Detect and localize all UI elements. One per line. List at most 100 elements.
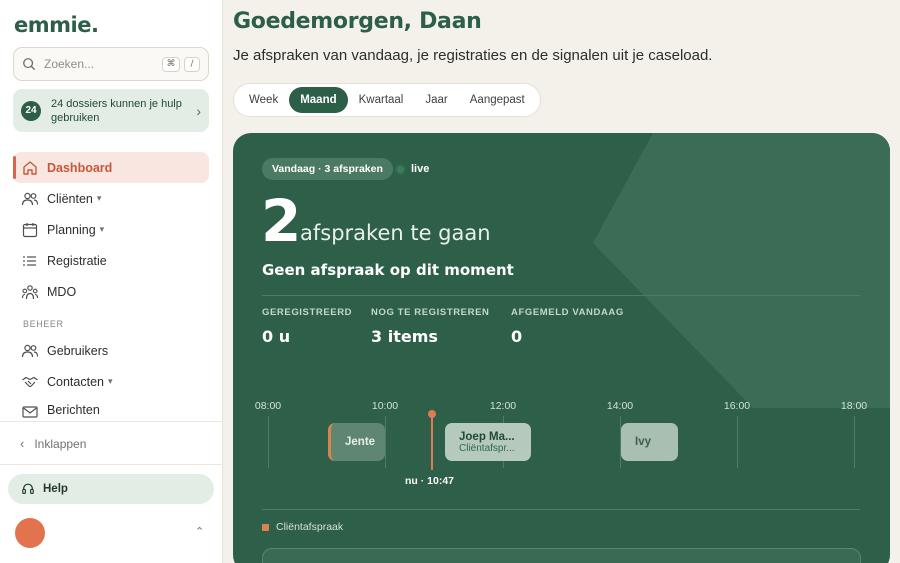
stat-label: GEREGISTREERD xyxy=(262,307,353,318)
list-icon xyxy=(23,255,36,266)
sidebar-divider xyxy=(0,421,223,422)
stat-geregistreerd: GEREGISTREERD 0 u xyxy=(262,307,352,346)
nav-item-gebruikers[interactable]: Gebruikers xyxy=(13,335,209,366)
legend-label: Cliëntafspraak xyxy=(276,521,344,533)
nav-item-label: Planning xyxy=(47,222,96,237)
sidebar: emmie. Zoeken... ⌘ / 24 24 dossiers kunn… xyxy=(0,0,223,563)
timeline-tick: 12:00 xyxy=(489,400,517,412)
dossiers-notice[interactable]: 24 24 dossiers kunnen je hulp gebruiken … xyxy=(13,89,209,132)
tab-maand[interactable]: Maand xyxy=(289,87,348,113)
collapse-sidebar-button[interactable]: ‹ Inklappen xyxy=(20,436,86,451)
current-time-line xyxy=(431,414,433,470)
appointment-type: Cliëntafspr... xyxy=(459,442,515,454)
appointment-detail-panel[interactable] xyxy=(262,548,861,563)
timeline-legend: Cliëntafspraak xyxy=(262,521,343,533)
tab-aangepast[interactable]: Aangepast xyxy=(459,87,536,113)
nav-item-planning[interactable]: Planning ▾ xyxy=(13,214,209,245)
card-decoration xyxy=(593,133,890,408)
live-dot-icon xyxy=(395,163,406,175)
legend-swatch xyxy=(262,523,269,531)
stat-value: 0 xyxy=(511,327,523,346)
sidebar-divider xyxy=(0,464,223,465)
handshake-icon xyxy=(22,376,38,387)
nav-item-dashboard[interactable]: Dashboard xyxy=(13,152,209,183)
remaining-appointments-label: afspraken te gaan xyxy=(300,221,491,245)
search-placeholder: Zoeken... xyxy=(44,57,95,71)
headset-icon xyxy=(22,483,34,494)
card-divider xyxy=(262,295,860,296)
today-card: Vandaag · 3 afspraken live 2 afspraken t… xyxy=(233,133,890,563)
timeline-gridline xyxy=(385,416,386,468)
chevron-up-icon[interactable]: ⌃ xyxy=(195,525,204,538)
calendar-icon xyxy=(22,222,38,237)
timeline-gridline xyxy=(854,416,855,468)
stat-afgemeld-vandaag: AFGEMELD VANDAAG 0 xyxy=(511,307,624,346)
stat-value: 0 u xyxy=(262,327,291,346)
stat-nog-te-registreren: NOG TE REGISTREREN 3 items xyxy=(371,307,489,346)
appointment-joep[interactable]: Joep Ma... Cliëntafspr... xyxy=(445,423,531,461)
shortcut-key-command: ⌘ xyxy=(162,56,180,72)
timeline-gridline xyxy=(268,416,269,468)
page-subtitle: Je afspraken van vandaag, je registratie… xyxy=(233,47,713,64)
help-button[interactable]: Help xyxy=(8,474,214,504)
tab-jaar[interactable]: Jaar xyxy=(414,87,458,113)
home-icon xyxy=(23,160,37,175)
mail-icon xyxy=(22,406,38,418)
page-title: Goedemorgen, Daan xyxy=(233,9,482,34)
chevron-down-icon: ▾ xyxy=(99,224,105,234)
tab-kwartaal[interactable]: Kwartaal xyxy=(348,87,415,113)
today-summary-badge: Vandaag · 3 afspraken xyxy=(262,158,393,180)
chevron-down-icon: ▾ xyxy=(107,376,113,386)
nav-item-registratie[interactable]: Registratie xyxy=(13,245,209,276)
chevron-down-icon: ▾ xyxy=(96,193,102,203)
appointment-title: Jente xyxy=(345,436,376,448)
users-icon xyxy=(21,344,39,357)
nav-item-label: Berichten xyxy=(47,403,100,417)
nav-item-label: Gebruikers xyxy=(47,343,109,358)
appointment-jente[interactable]: Jente xyxy=(328,423,385,461)
nav-item-label: MDO xyxy=(47,284,77,299)
chevron-right-icon: › xyxy=(196,102,201,119)
notice-count-badge: 24 xyxy=(21,100,41,121)
timeline-tick: 08:00 xyxy=(254,400,282,412)
nav-item-label: Dashboard xyxy=(47,160,113,175)
nav-section-beheer: BEHEER xyxy=(23,319,64,329)
search-icon xyxy=(23,58,35,70)
nav-item-label: Cliënten xyxy=(47,191,93,206)
main-nav: Dashboard Cliënten ▾ Planning ▾ Registra… xyxy=(13,152,209,419)
users-icon xyxy=(21,192,39,205)
nav-item-clienten[interactable]: Cliënten ▾ xyxy=(13,183,209,214)
tab-week[interactable]: Week xyxy=(238,87,289,113)
timeline-tick: 10:00 xyxy=(371,400,399,412)
card-divider xyxy=(262,509,860,510)
nav-item-label: Registratie xyxy=(47,253,107,268)
appointment-title: Joep Ma... xyxy=(459,430,515,443)
appointment-ivy[interactable]: Ivy xyxy=(621,423,678,461)
stat-value: 3 items xyxy=(371,327,438,346)
nav-item-berichten[interactable]: Berichten xyxy=(13,397,209,419)
timeline-tick: 18:00 xyxy=(840,400,868,412)
timeline-tick: 16:00 xyxy=(723,400,751,412)
help-label: Help xyxy=(43,483,68,495)
app-logo[interactable]: emmie. xyxy=(14,13,99,37)
avatar[interactable] xyxy=(15,518,45,548)
timeline-gridline xyxy=(737,416,738,468)
shortcut-key-slash: / xyxy=(184,56,200,72)
stat-label: NOG TE REGISTREREN xyxy=(371,307,490,318)
group-icon xyxy=(21,284,39,299)
remaining-appointments-count: 2 xyxy=(261,187,302,255)
timeline-tick: 14:00 xyxy=(606,400,634,412)
nav-item-mdo[interactable]: MDO xyxy=(13,276,209,307)
current-time-label: nu · 10:47 xyxy=(405,475,455,487)
period-tabs: Week Maand Kwartaal Jaar Aangepast xyxy=(233,83,541,117)
nav-item-contacten[interactable]: Contacten ▾ xyxy=(13,366,209,397)
appointment-title: Ivy xyxy=(635,436,651,448)
collapse-label: Inklappen xyxy=(34,436,87,451)
nav-item-label: Contacten xyxy=(47,374,104,389)
current-status: Geen afspraak op dit moment xyxy=(262,261,514,279)
stat-label: AFGEMELD VANDAAG xyxy=(511,307,624,318)
live-indicator: live xyxy=(395,158,429,180)
live-label: live xyxy=(411,163,430,175)
search-input[interactable]: Zoeken... ⌘ / xyxy=(13,47,209,81)
notice-text: 24 dossiers kunnen je hulp gebruiken xyxy=(51,97,182,124)
